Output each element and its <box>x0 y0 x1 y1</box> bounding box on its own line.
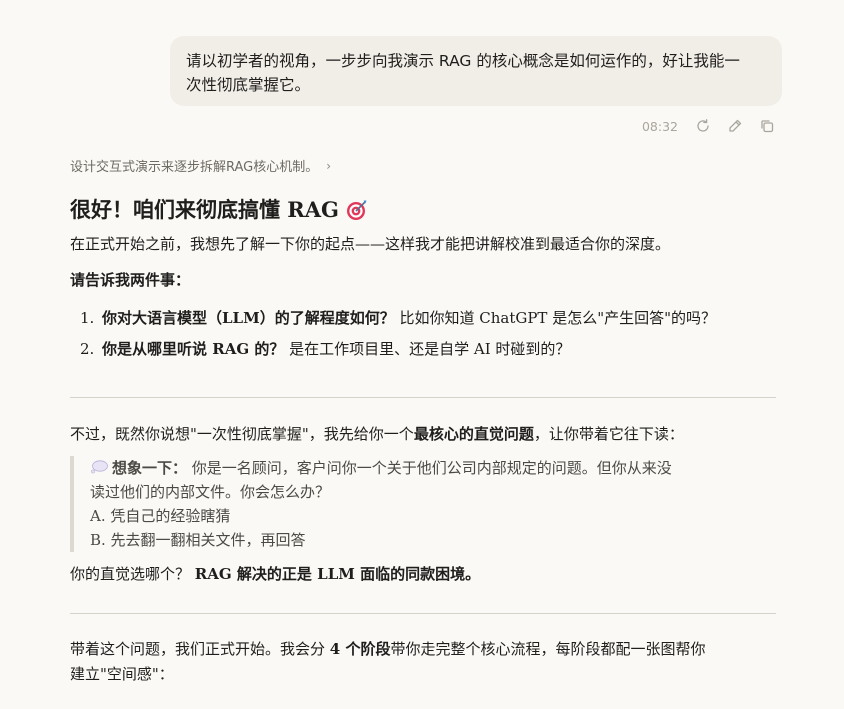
question-rest: 比如你知道 ChatGPT 是怎么"产生回答"的吗？ <box>394 309 716 327</box>
message-timestamp: 08:32 <box>641 118 678 134</box>
intuition-lead: 不过，既然你说想"一次性彻底掌握"，我先给你一个最核心的直觉问题，让你带着它往下… <box>70 422 776 446</box>
question-list: 1. 你对大语言模型（LLM）的了解程度如何？ 比如你知道 ChatGPT 是怎… <box>70 306 776 361</box>
option-a: A. 凭自己的经验瞎猜 <box>90 507 231 525</box>
intro-paragraph: 在正式开始之前，我想先了解一下你的起点——这样我才能把讲解校准到最适合你的深度。 <box>70 235 671 253</box>
list-item: 2. 你是从哪里听说 RAG 的？ 是在工作项目里、还是自学 AI 时碰到的？ <box>80 337 776 361</box>
stages-bold: 4 个阶段 <box>329 640 391 658</box>
stages-text: 带着这个问题，我们正式开始。我会分 <box>70 640 330 658</box>
list-number: 2. <box>80 340 95 358</box>
thinking-summary-text: 设计交互式演示来逐步拆解RAG核心机制。 <box>70 160 319 175</box>
ask-label: 请告诉我两件事： <box>70 271 191 289</box>
stages-intro: 带着这个问题，我们正式开始。我会分 4 个阶段带你走完整个核心流程，每阶段都配一… <box>70 637 760 687</box>
lead-text-end: ，让你带着它往下读： <box>533 425 684 443</box>
user-message-line-1: 请以初学者的视角，一步步向我演示 RAG 的核心概念是如何运作的，好让我能一 <box>186 52 740 70</box>
edit-icon[interactable] <box>726 117 744 135</box>
message-actions: 08:32 <box>642 116 776 136</box>
question-bold: 你是从哪里听说 RAG 的？ <box>102 340 285 358</box>
list-number: 1. <box>80 309 95 327</box>
chevron-right-icon: › <box>326 158 332 173</box>
response-heading-text: 很好！咱们来彻底搞懂 RAG <box>70 197 339 222</box>
quote-text-2: 读过他们的内部文件。你会怎么办？ <box>90 483 331 501</box>
question-bold: 你对大语言模型（LLM）的了解程度如何？ <box>102 309 395 327</box>
copy-icon[interactable] <box>758 117 776 135</box>
lead-text: 不过，既然你说想"一次性彻底掌握"，我先给你一个 <box>70 425 414 443</box>
followup-bold: RAG 解决的正是 LLM 面临的同款困境。 <box>194 565 481 583</box>
intuition-followup: 你的直觉选哪个？ RAG 解决的正是 LLM 面临的同款困境。 <box>70 562 776 586</box>
user-message-bubble: 请以初学者的视角，一步步向我演示 RAG 的核心概念是如何运作的，好让我能一 次… <box>170 36 782 106</box>
quote-scenario: 想象一下： 你是一名顾问，客户问你一个关于他们公司内部规定的问题。但你从来没读过… <box>90 456 720 504</box>
user-message-line-2: 次性彻底掌握它。 <box>186 76 311 94</box>
response-heading: 很好！咱们来彻底搞懂 RAG <box>70 190 776 230</box>
divider <box>70 613 776 614</box>
stages-text-2: 建立"空间感"： <box>70 665 174 683</box>
blockquote: 想象一下： 你是一名顾问，客户问你一个关于他们公司内部规定的问题。但你从来没读过… <box>70 456 776 552</box>
assistant-response: 很好！咱们来彻底搞懂 RAG 在正式开始之前，我想先了解一下你的起点——这样我才… <box>70 190 776 368</box>
lead-bold: 最核心的直觉问题 <box>413 425 534 443</box>
stages-text-1: 带你走完整个核心流程，每阶段都配一张图帮你 <box>390 640 706 658</box>
followup-text: 你的直觉选哪个？ <box>70 565 191 583</box>
thought-bubble-icon <box>91 460 108 474</box>
chat-page: 请以初学者的视角，一步步向我演示 RAG 的核心概念是如何运作的，好让我能一 次… <box>0 0 844 709</box>
divider <box>70 397 776 398</box>
thinking-summary-toggle[interactable]: 设计交互式演示来逐步拆解RAG核心机制。 › <box>70 156 332 176</box>
intuition-section: 不过，既然你说想"一次性彻底掌握"，我先给你一个最核心的直觉问题，让你带着它往下… <box>70 422 776 601</box>
quote-bold: 想象一下： <box>112 459 188 477</box>
dart-target-icon <box>347 200 367 220</box>
quote-text-1: 你是一名顾问，客户问你一个关于他们公司内部规定的问题。但你从来没 <box>187 459 672 477</box>
retry-icon[interactable] <box>694 117 712 135</box>
list-item: 1. 你对大语言模型（LLM）的了解程度如何？ 比如你知道 ChatGPT 是怎… <box>80 306 776 330</box>
question-rest: 是在工作项目里、还是自学 AI 时碰到的？ <box>284 340 571 358</box>
option-b: B. 先去翻一翻相关文件，再回答 <box>90 531 306 549</box>
